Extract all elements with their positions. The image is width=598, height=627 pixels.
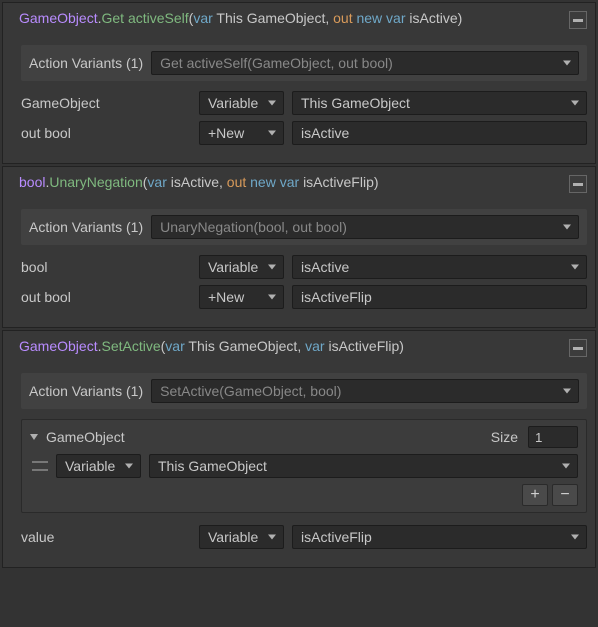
- param-value-select[interactable]: This GameObject: [149, 454, 578, 478]
- method-name: UnaryNegation: [49, 174, 142, 190]
- collapse-button[interactable]: [569, 175, 587, 193]
- param-row: out bool +New isActiveFlip: [21, 285, 587, 309]
- type-name: GameObject: [19, 338, 98, 354]
- action-variants-select[interactable]: UnaryNegation(bool, out bool): [151, 215, 579, 239]
- array-name: GameObject: [46, 429, 485, 445]
- param-row: value Variable isActiveFlip: [21, 525, 587, 549]
- param-row: bool Variable isActive: [21, 255, 587, 279]
- array-remove-button[interactable]: −: [552, 484, 578, 506]
- param-mode-select[interactable]: Variable: [199, 525, 284, 549]
- param-label: value: [21, 529, 191, 545]
- action-title: GameObject.SetActive(var This GameObject…: [19, 337, 569, 356]
- action-block: bool.UnaryNegation(var isActive, out new…: [2, 166, 596, 328]
- gameobject-array: GameObject Size Variable This GameObject…: [21, 419, 587, 513]
- param-row: GameObject Variable This GameObject: [21, 91, 587, 115]
- action-block: GameObject.Get activeSelf(var This GameO…: [2, 2, 596, 164]
- param-value-select[interactable]: isActive: [292, 255, 587, 279]
- action-variants-select[interactable]: Get activeSelf(GameObject, out bool): [151, 51, 579, 75]
- action-header: bool.UnaryNegation(var isActive, out new…: [3, 167, 595, 199]
- action-variants-row: Action Variants (1) UnaryNegation(bool, …: [21, 209, 587, 245]
- param-mode-select[interactable]: Variable: [199, 255, 284, 279]
- array-add-button[interactable]: +: [522, 484, 548, 506]
- type-name: bool: [19, 174, 45, 190]
- param-label: bool: [21, 259, 191, 275]
- collapse-button[interactable]: [569, 11, 587, 29]
- param-value-select[interactable]: isActiveFlip: [292, 525, 587, 549]
- param-row: out bool +New isActive: [21, 121, 587, 145]
- array-size-input[interactable]: [528, 426, 578, 448]
- method-name: Get activeSelf: [101, 10, 188, 26]
- method-name: SetActive: [101, 338, 160, 354]
- action-header: GameObject.SetActive(var This GameObject…: [3, 331, 595, 363]
- disclosure-triangle-icon[interactable]: [30, 434, 38, 440]
- type-name: GameObject: [19, 10, 98, 26]
- param-mode-select[interactable]: +New: [199, 121, 284, 145]
- action-variants-label: Action Variants (1): [29, 219, 143, 235]
- param-label: GameObject: [21, 95, 191, 111]
- param-label: out bool: [21, 125, 191, 141]
- param-label: out bool: [21, 289, 191, 305]
- param-value-input[interactable]: isActive: [292, 121, 587, 145]
- action-variants-label: Action Variants (1): [29, 55, 143, 71]
- action-variants-row: Action Variants (1) SetActive(GameObject…: [21, 373, 587, 409]
- param-value-input[interactable]: isActiveFlip: [292, 285, 587, 309]
- param-value-select[interactable]: This GameObject: [292, 91, 587, 115]
- action-title: GameObject.Get activeSelf(var This GameO…: [19, 9, 569, 28]
- param-mode-select[interactable]: Variable: [56, 454, 141, 478]
- drag-handle-icon[interactable]: [32, 461, 48, 471]
- action-header: GameObject.Get activeSelf(var This GameO…: [3, 3, 595, 35]
- action-variants-label: Action Variants (1): [29, 383, 143, 399]
- action-variants-row: Action Variants (1) Get activeSelf(GameO…: [21, 45, 587, 81]
- action-variants-select[interactable]: SetActive(GameObject, bool): [151, 379, 579, 403]
- array-size-label: Size: [491, 429, 518, 445]
- collapse-button[interactable]: [569, 339, 587, 357]
- param-mode-select[interactable]: Variable: [199, 91, 284, 115]
- param-mode-select[interactable]: +New: [199, 285, 284, 309]
- action-block: GameObject.SetActive(var This GameObject…: [2, 330, 596, 568]
- array-item-row: Variable This GameObject: [30, 454, 578, 478]
- action-title: bool.UnaryNegation(var isActive, out new…: [19, 173, 569, 192]
